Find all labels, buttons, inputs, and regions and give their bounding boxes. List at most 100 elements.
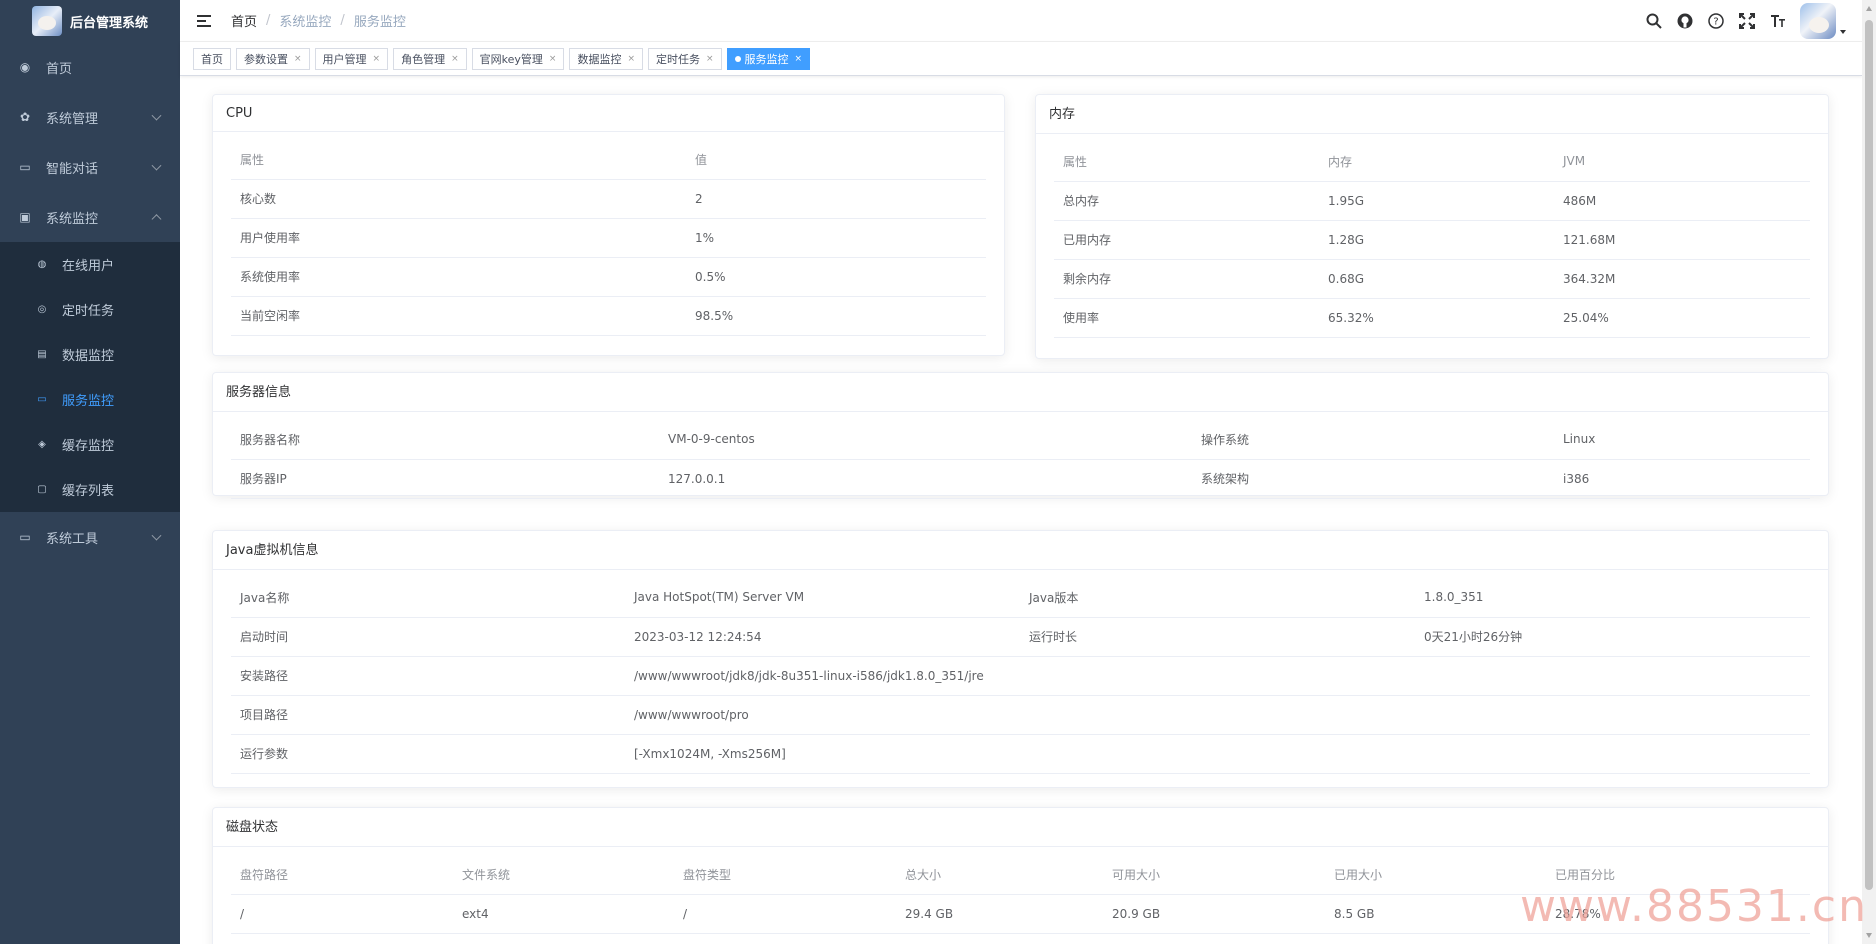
close-icon[interactable]: × [373, 54, 381, 64]
server-table: 服务器名称 VM-0-9-centos 操作系统 Linux 服务器IP 127.0.0… [231, 420, 1810, 499]
table-header: 属性 [1054, 142, 1319, 182]
table-row: 使用率 65.32% 25.04% [1054, 298, 1810, 338]
tag-label: 角色管理 [401, 52, 446, 66]
avatar[interactable] [1800, 3, 1836, 39]
server-card: 服务器信息 服务器名称 VM-0-9-centos 操作系统 Linux 服务器IP 1… [212, 372, 1829, 499]
navbar: 首页 / 系统监控 / 服务监控 ? [180, 0, 1876, 42]
table-header: 总大小 [896, 855, 1103, 895]
table-row: 核心数 2 [231, 179, 986, 219]
table-row: Java名称 Java HotSpot(TM) Server VM Java版本 1.… [231, 578, 1810, 618]
github-icon[interactable] [1676, 13, 1693, 30]
table-row: 当前空闲率 98.5% [231, 296, 986, 336]
sidebar-item-label: 系统管理 [46, 111, 99, 127]
card-title: 磁盘状态 [213, 808, 1828, 847]
tag-label: 数据监控 [577, 52, 622, 66]
card-title: 服务器信息 [213, 373, 1828, 412]
gear-icon: ✿ [19, 110, 31, 124]
caret-down-icon[interactable] [1840, 30, 1846, 34]
sidebar-item-label: 系统监控 [46, 211, 99, 227]
tool-icon: ▭ [19, 530, 31, 544]
tag-label: 用户管理 [322, 52, 367, 66]
sidebar-item-label: 服务监控 [62, 394, 115, 409]
tag-druid[interactable]: 数据监控 × [569, 47, 643, 70]
tag-label: 参数设置 [244, 52, 288, 66]
table-header: 盘符路径 [231, 855, 453, 895]
tag-server[interactable]: 服务监控 × [726, 47, 811, 70]
close-icon[interactable]: × [795, 54, 803, 64]
druid-icon: ▤ [37, 349, 47, 360]
logo[interactable]: 后台管理系统 [0, 0, 180, 42]
breadcrumb-parent: 系统监控 [279, 15, 332, 30]
tag-label: 服务监控 [744, 52, 789, 66]
scroll-thumb[interactable] [1865, 20, 1873, 890]
active-dot [734, 55, 741, 62]
monitor-icon: ▣ [19, 210, 31, 224]
sidebar-item-cache-list[interactable]: ▢ 缓存列表 [0, 467, 180, 512]
dashboard-icon: ◉ [19, 60, 31, 74]
tag-label: 定时任务 [656, 52, 700, 66]
card-title: 内存 [1036, 95, 1828, 134]
tag-job[interactable]: 定时任务 × [648, 47, 722, 70]
cpu-card: CPU 属性值 核心数 2 用户使用率 1% 系统使用率 0.5% 当前空闲率 98.5… [212, 94, 1005, 356]
tag-label: 首页 [201, 52, 223, 66]
tag-config[interactable]: 参数设置 × [236, 47, 310, 70]
close-icon[interactable]: × [294, 54, 302, 64]
sidebar-item-system[interactable]: ✿ 系统管理 [0, 92, 180, 142]
table-header: 盘符类型 [674, 855, 896, 895]
sidebar-item-label: 定时任务 [62, 304, 115, 319]
jvm-table: Java名称 Java HotSpot(TM) Server VM Java版本 1.… [231, 578, 1810, 774]
sidebar-item-label: 系统工具 [46, 531, 99, 547]
sidebar: 后台管理系统 ◉ 首页 ✿ 系统管理 ▭ 智能对话 ▣ 系统监控 ◍ 在线用户 … [0, 0, 180, 944]
tag-home[interactable]: 首页 [193, 47, 231, 70]
table-row: 项目路径/www/wwwroot/pro [231, 695, 1810, 735]
chevron-down-icon [151, 530, 162, 541]
submenu-monitor: ◍ 在线用户 ◎ 定时任务 ▤ 数据监控 ▭ 服务监控 ◈ 缓存监控 ▢ 缓存列… [0, 242, 180, 512]
sidebar-item-job[interactable]: ◎ 定时任务 [0, 287, 180, 332]
sidebar-item-druid[interactable]: ▤ 数据监控 [0, 332, 180, 377]
tag-key[interactable]: 官网key管理 × [471, 47, 565, 70]
breadcrumb-home[interactable]: 首页 [231, 11, 257, 30]
scroll-up-icon[interactable] [1866, 6, 1872, 11]
sidebar-item-label: 在线用户 [62, 259, 115, 274]
close-icon[interactable]: × [451, 54, 459, 64]
sidebar-item-label: 首页 [46, 61, 73, 77]
font-size-icon[interactable] [1769, 13, 1786, 30]
table-row: 服务器名称 VM-0-9-centos 操作系统 Linux [231, 420, 1810, 460]
memory-table: 属性 内存 JVM 总内存 1.95G 486M 已用内存 1.28G 121.68M 剩余… [1054, 142, 1810, 338]
tag-user[interactable]: 用户管理 × [314, 47, 389, 70]
logo-title: 后台管理系统 [69, 15, 148, 31]
hamburger-icon[interactable] [197, 14, 211, 27]
close-icon[interactable]: × [549, 54, 557, 64]
search-icon[interactable] [1645, 13, 1662, 30]
sidebar-item-cache[interactable]: ◈ 缓存监控 [0, 422, 180, 467]
table-row: 系统使用率 0.5% [231, 257, 986, 297]
tag-role[interactable]: 角色管理 × [393, 47, 467, 70]
sidebar-item-online[interactable]: ◍ 在线用户 [0, 242, 180, 287]
watermark: www.88531.cn [1520, 881, 1868, 932]
cpu-table: 属性值 核心数 2 用户使用率 1% 系统使用率 0.5% 当前空闲率 98.5% [231, 140, 986, 336]
table-row: 运行参数 [-Xmx1024M, -Xms256M] [231, 734, 1810, 774]
sidebar-item-chat[interactable]: ▭ 智能对话 [0, 142, 180, 192]
online-icon: ◍ [37, 259, 47, 270]
table-row: 安装路径/www/wwwroot/jdk8/jdk-8u351-linux-i5… [231, 656, 1810, 696]
sidebar-item-monitor[interactable]: ▣ 系统监控 [0, 192, 180, 242]
scrollbar[interactable] [1862, 0, 1876, 944]
scroll-down-icon[interactable] [1866, 933, 1872, 938]
table-header: 内存 [1319, 142, 1554, 182]
close-icon[interactable]: × [627, 54, 635, 64]
sidebar-item-server[interactable]: ▭ 服务监控 [0, 377, 180, 422]
tag-label: 官网key管理 [479, 52, 543, 66]
jvm-card: Java虚拟机信息 Java名称 Java HotSpot(TM) Server … [212, 530, 1829, 788]
sidebar-item-tool[interactable]: ▭ 系统工具 [0, 512, 180, 562]
table-row: 服务器IP 127.0.0.1 系统架构 i386 [231, 459, 1810, 499]
server-icon: ▭ [37, 394, 47, 405]
sidebar-item-home[interactable]: ◉ 首页 [0, 42, 180, 92]
sidebar-item-label: 数据监控 [62, 349, 115, 364]
job-icon: ◎ [37, 304, 47, 315]
main-content: CPU 属性值 核心数 2 用户使用率 1% 系统使用率 0.5% 当前空闲率 98.5… [180, 76, 1862, 944]
chat-icon: ▭ [19, 160, 31, 174]
close-icon[interactable]: × [706, 54, 714, 64]
help-icon[interactable]: ? [1707, 13, 1724, 30]
fullscreen-icon[interactable] [1738, 13, 1755, 30]
table-header: 已用大小 [1325, 855, 1546, 895]
